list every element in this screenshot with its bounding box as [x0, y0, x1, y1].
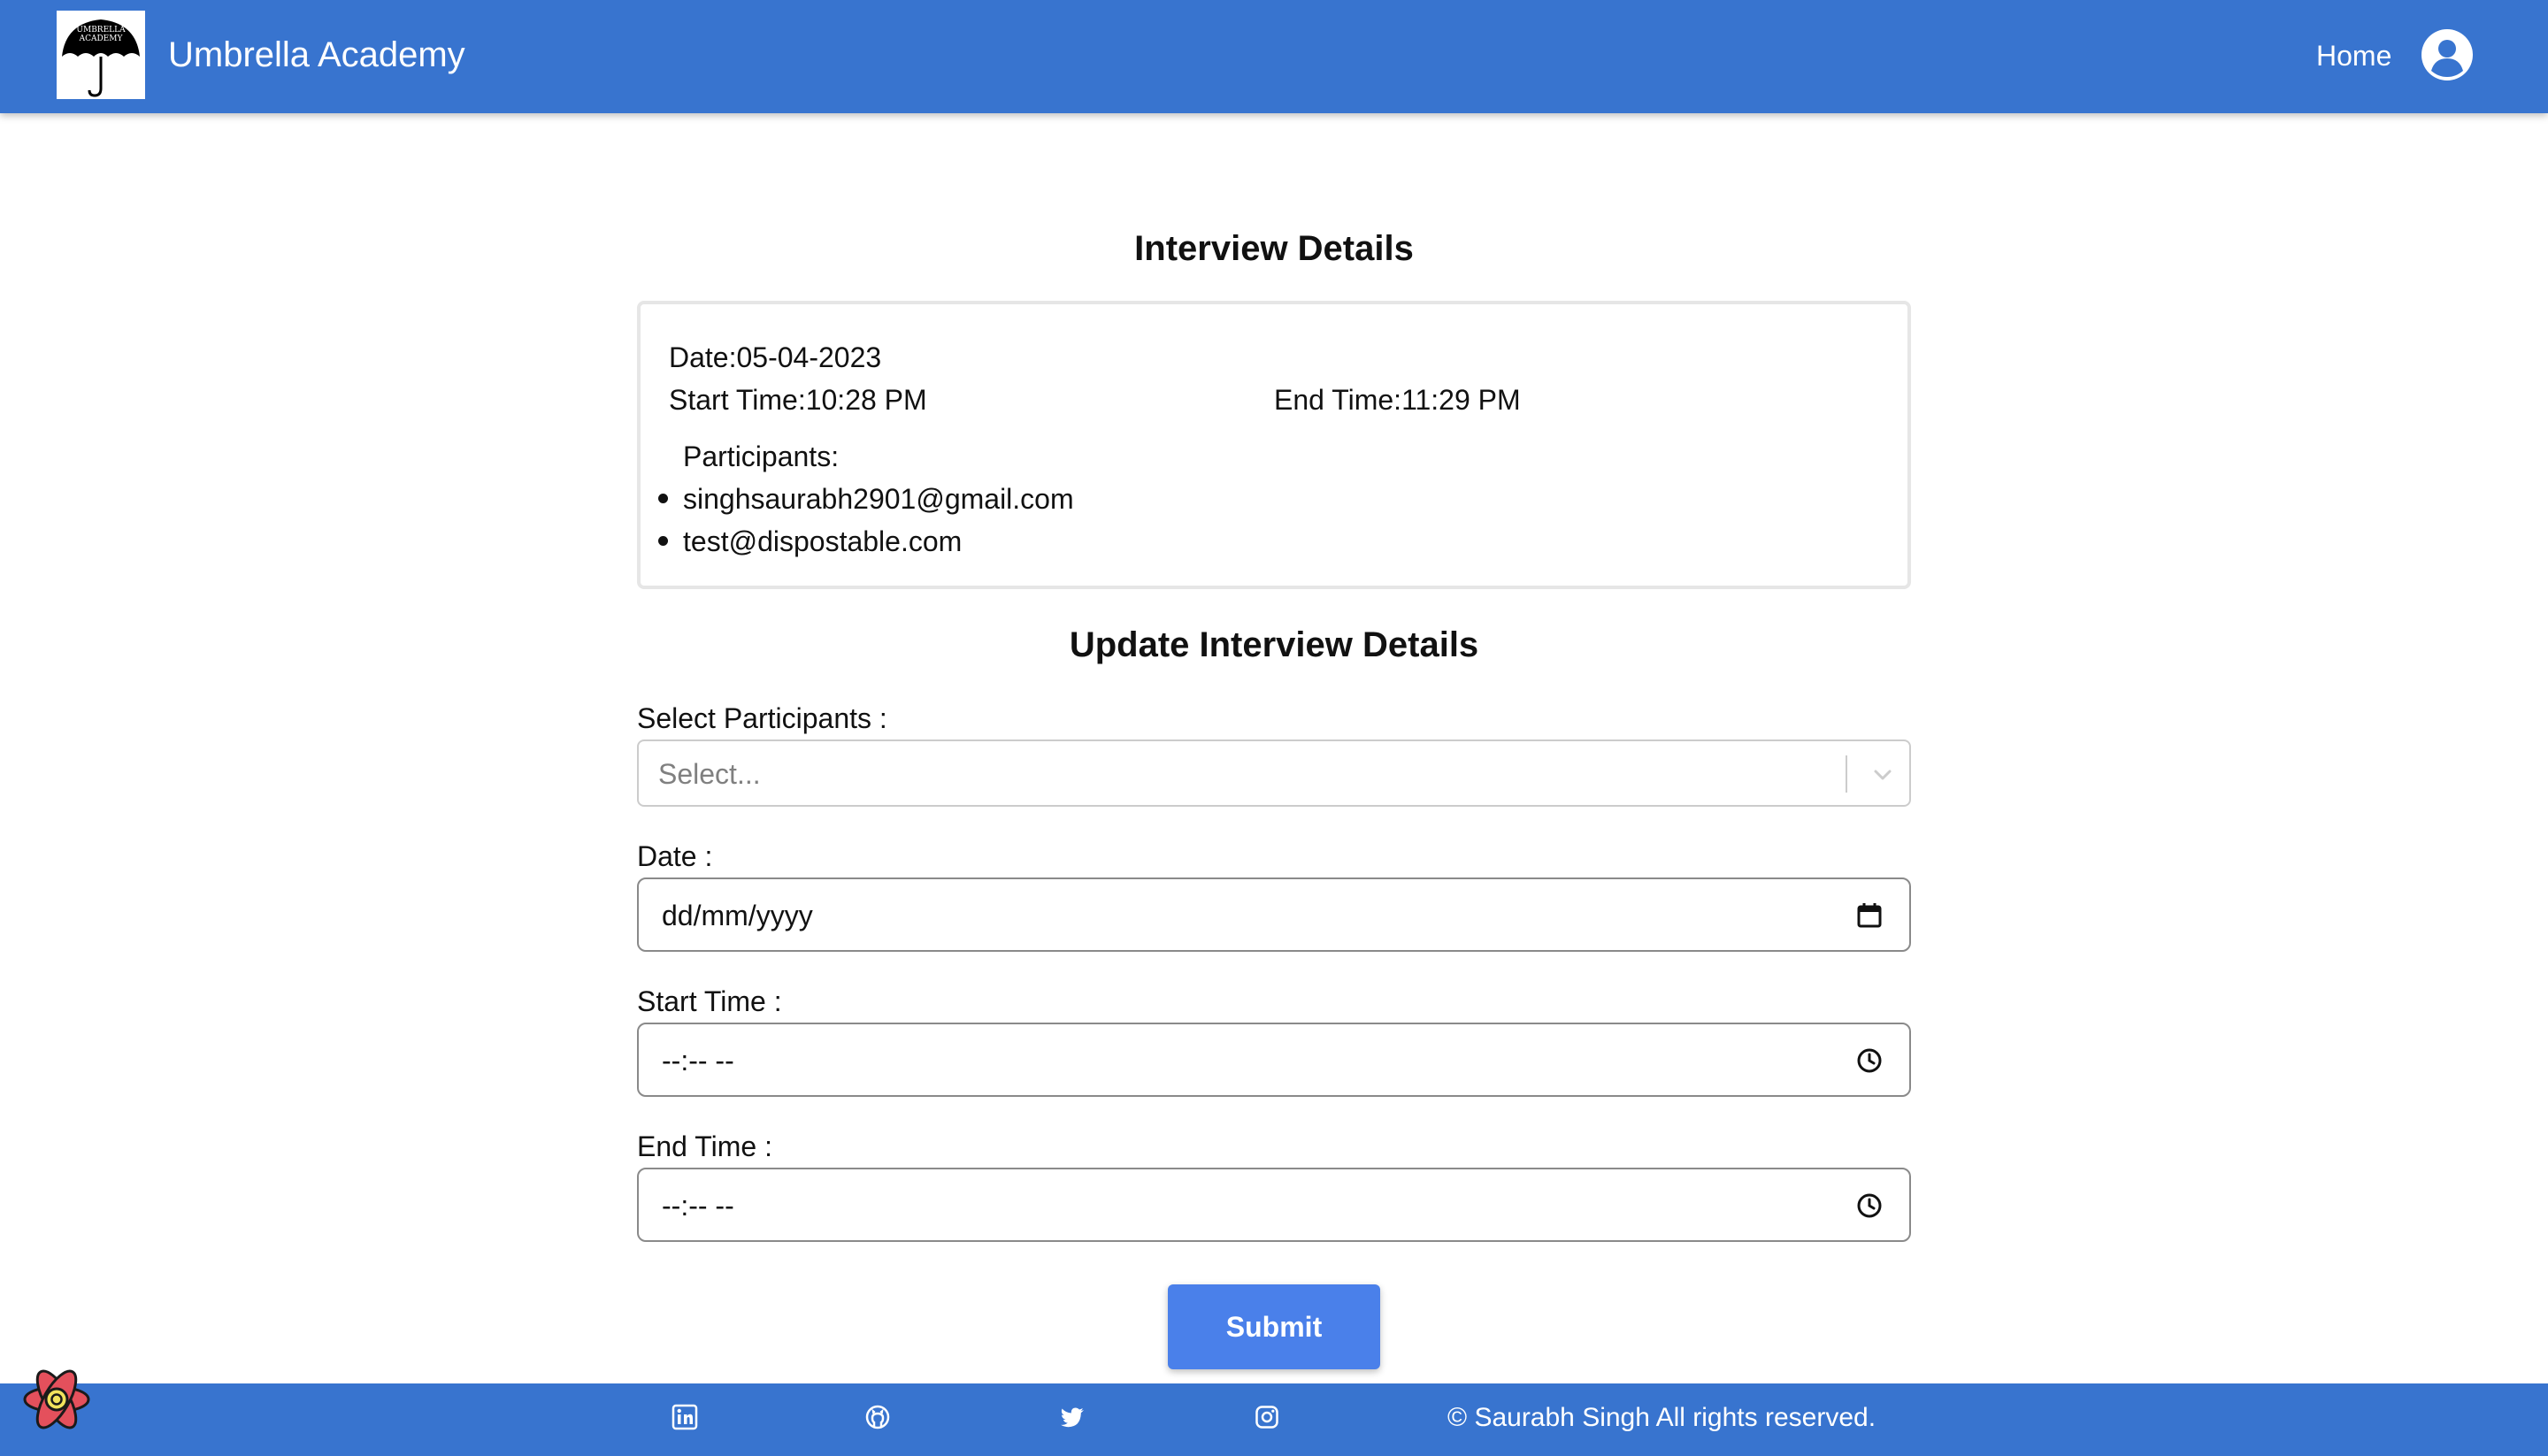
end-time-placeholder: --:-- --: [662, 1190, 734, 1222]
umbrella-icon: UMBRELLA ACADEMY: [62, 19, 140, 97]
app-header: UMBRELLA ACADEMY Umbrella Academy Home: [0, 0, 2548, 113]
date-value: 05-04-2023: [736, 341, 882, 373]
github-icon: [865, 1405, 890, 1429]
update-details-title: Update Interview Details: [1069, 625, 1479, 664]
instagram-icon: [1255, 1406, 1278, 1429]
end-time-row: End Time:11:29 PM: [1274, 380, 1521, 419]
start-time-value: 10:28 PM: [805, 384, 927, 416]
interview-details-card: Date:05-04-2023 Start Time:10:28 PM End …: [637, 301, 1911, 589]
chevron-down-icon: [1874, 770, 1892, 780]
end-time-label: End Time:: [1274, 384, 1402, 416]
date-label-form: Date :: [637, 840, 713, 872]
participants-select-placeholder: Select...: [658, 758, 761, 790]
nav-home-link[interactable]: Home: [2316, 35, 2391, 76]
date-row: Date:05-04-2023: [669, 338, 881, 377]
twitter-icon: [1061, 1407, 1084, 1428]
clock-icon: [1857, 1193, 1882, 1218]
end-time-picker-button[interactable]: [1854, 1191, 1884, 1221]
submit-button[interactable]: Submit: [1168, 1284, 1380, 1369]
date-label: Date:: [669, 341, 737, 373]
interview-details-title: Interview Details: [1134, 229, 1414, 268]
calendar-icon: [1857, 903, 1882, 928]
calendar-picker-button[interactable]: [1854, 900, 1884, 931]
react-devtools-badge[interactable]: [19, 1362, 94, 1437]
start-time-label: Start Time:: [669, 384, 806, 416]
linkedin-link[interactable]: [671, 1403, 699, 1431]
instagram-link[interactable]: [1253, 1403, 1281, 1431]
clock-icon: [1857, 1048, 1882, 1073]
github-link[interactable]: [863, 1403, 892, 1431]
participants-label: Participants:: [683, 441, 840, 472]
list-bullet: [658, 536, 668, 546]
react-atom-icon: [23, 1369, 90, 1429]
start-time-label-form: Start Time :: [637, 985, 782, 1017]
end-time-input[interactable]: --:-- --: [637, 1168, 1911, 1242]
participant-item: singhsaurabh2901@gmail.com: [683, 483, 1074, 515]
app-title[interactable]: Umbrella Academy: [168, 30, 465, 80]
end-time-value: 11:29 PM: [1401, 384, 1521, 416]
select-participants-label: Select Participants :: [637, 702, 887, 734]
participants-select[interactable]: Select...: [637, 739, 1911, 807]
participant-item: test@dispostable.com: [683, 525, 963, 557]
start-time-row: Start Time:10:28 PM: [669, 380, 927, 419]
linkedin-icon: [672, 1404, 698, 1430]
start-time-input[interactable]: --:-- --: [637, 1023, 1911, 1097]
app-footer: © Saurabh Singh All rights reserved.: [0, 1383, 2548, 1456]
start-time-picker-button[interactable]: [1854, 1046, 1884, 1076]
twitter-link[interactable]: [1058, 1403, 1086, 1431]
user-avatar-button[interactable]: [2421, 28, 2474, 81]
list-bullet: [658, 494, 668, 503]
user-circle-icon: [2421, 29, 2473, 80]
select-separator: [1846, 755, 1847, 793]
date-input[interactable]: dd/mm/yyyy: [637, 877, 1911, 952]
end-time-label-form: End Time :: [637, 1130, 772, 1162]
copyright-text: © Saurabh Singh All rights reserved.: [1447, 1403, 1876, 1432]
dropdown-indicator[interactable]: [1865, 757, 1900, 793]
start-time-placeholder: --:-- --: [662, 1045, 734, 1077]
date-input-placeholder: dd/mm/yyyy: [662, 900, 813, 931]
umbrella-academy-logo[interactable]: UMBRELLA ACADEMY: [57, 11, 145, 99]
logo-text-bottom: ACADEMY: [79, 34, 124, 43]
logo-text-top: UMBRELLA: [76, 26, 126, 34]
